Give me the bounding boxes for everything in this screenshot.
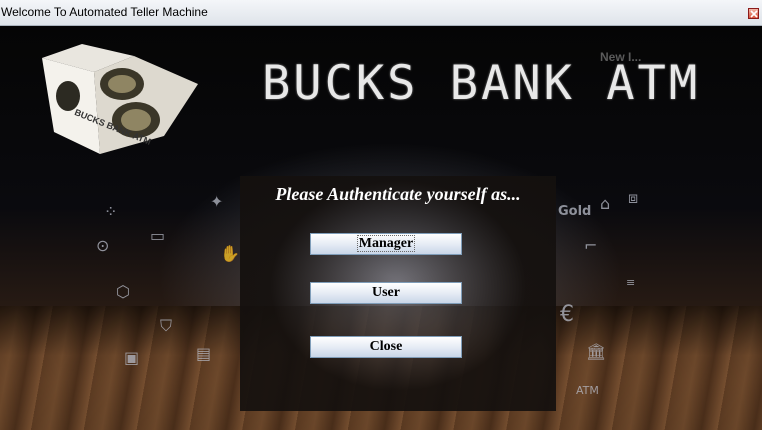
euro-coin-icon: € — [560, 302, 574, 327]
pin-icon: ✦ — [210, 192, 224, 211]
shield-check-icon: ⛉ — [160, 316, 173, 335]
auth-panel: Please Authenticate yourself as... Manag… — [240, 176, 556, 411]
close-icon[interactable] — [748, 8, 759, 19]
doc-icon: ≡ — [626, 276, 636, 289]
close-button-label: Close — [369, 339, 403, 354]
box-icon: ▣ — [124, 348, 140, 367]
register-icon: ▤ — [196, 344, 212, 363]
manager-button-label: Manager — [356, 235, 416, 252]
card-reader-icon: ⌂ — [600, 194, 611, 213]
atm-label: ATM — [576, 384, 599, 397]
close-button[interactable]: Close — [310, 336, 462, 358]
chart-icon: ⌐ — [584, 236, 598, 255]
bank-cube-logo — [42, 44, 198, 154]
gold-label: Gold — [558, 204, 592, 219]
background-stage: ⁘ ⊙ ▭ ⬡ ⛉ ▣ ▤ ✦ ✋ ⌂ Gold ⌐ € 🏛 ATM ⧈ ≡ B… — [0, 26, 762, 430]
user-button[interactable]: User — [310, 282, 462, 304]
card-icon: ▭ — [150, 226, 166, 245]
wallet-icon: ⧈ — [628, 188, 639, 207]
scatter-icon: ⁘ — [104, 202, 118, 221]
shield-icon: ⬡ — [116, 282, 130, 301]
window-title: Welcome To Automated Teller Machine — [1, 5, 208, 19]
user-button-label: User — [372, 285, 400, 300]
window-titlebar: Welcome To Automated Teller Machine — [0, 0, 762, 26]
bank-icon: 🏛 — [586, 342, 607, 361]
new-tag: New I... — [600, 50, 642, 64]
brand-title: BUCKS BANK ATM — [262, 56, 701, 111]
auth-heading: Please Authenticate yourself as... — [275, 184, 521, 204]
hand-icon: ✋ — [220, 244, 240, 263]
dollar-coin-icon: ⊙ — [96, 236, 110, 255]
manager-button[interactable]: Manager — [310, 233, 462, 255]
